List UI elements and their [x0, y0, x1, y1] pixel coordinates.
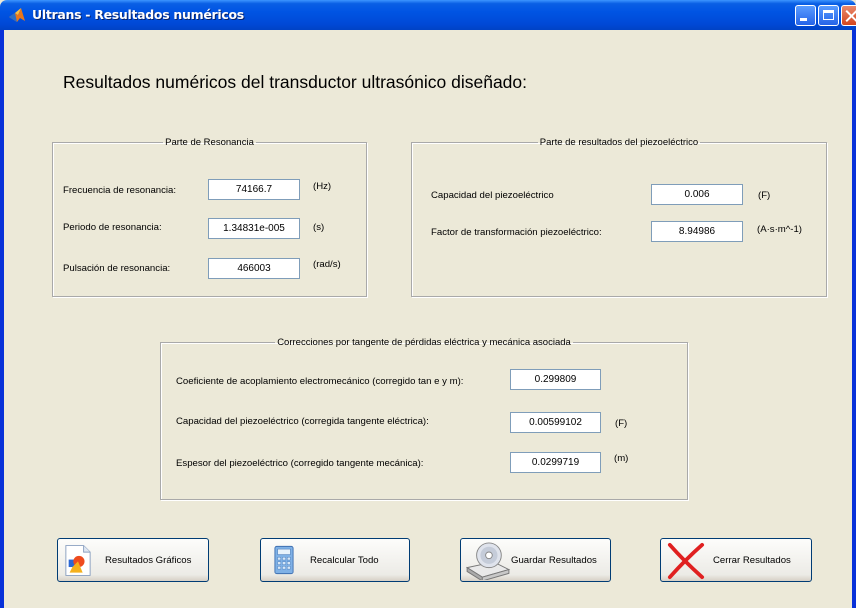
red-x-close-icon [667, 542, 705, 580]
recalculate-all-button[interactable]: Recalcular Todo [260, 538, 410, 582]
maximize-icon [823, 10, 834, 20]
graph-results-button[interactable]: Resultados Gráficos [57, 538, 209, 582]
corrected-thickness-label: Espesor del piezoeléctrico (corregido ta… [176, 458, 424, 469]
piezo-results-panel-title: Parte de resultados del piezoeléctrico [539, 137, 699, 148]
resonance-pulsation-label: Pulsación de resonancia: [63, 263, 171, 274]
save-results-label: Guardar Resultados [511, 555, 597, 566]
corrected-thickness-unit: (m) [614, 453, 629, 464]
corrected-capacity-field[interactable]: 0.00599102 [510, 412, 601, 433]
close-results-button[interactable]: Cerrar Resultados [660, 538, 812, 582]
calculator-icon [274, 545, 294, 575]
resonance-pulsation-unit: (rad/s) [313, 259, 341, 270]
window-border-left [0, 30, 4, 608]
resonance-panel-title: Parte de Resonancia [165, 137, 254, 148]
minimize-icon [800, 18, 807, 21]
title-bar[interactable]: Ultrans - Resultados numéricos [0, 0, 856, 30]
recalculate-all-label: Recalcular Todo [310, 555, 379, 566]
resonance-frequency-unit: (Hz) [313, 181, 332, 192]
matlab-app-icon [9, 8, 25, 22]
window-title: Ultrans - Resultados numéricos [32, 7, 244, 22]
resonance-frequency-field[interactable]: 74166.7 [208, 179, 300, 200]
corrected-thickness-field[interactable]: 0.0299719 [510, 452, 601, 473]
minimize-button[interactable] [795, 5, 816, 26]
piezo-capacity-label: Capacidad del piezoeléctrico [431, 190, 554, 201]
maximize-button[interactable] [818, 5, 839, 26]
corrected-capacity-unit: (F) [615, 418, 628, 429]
piezo-results-panel: Parte de resultados del piezoeléctrico [411, 137, 827, 297]
resonance-period-unit: (s) [313, 222, 325, 233]
close-results-label: Cerrar Resultados [713, 555, 791, 566]
transformation-factor-label: Factor de transformación piezoeléctrico: [431, 227, 602, 238]
resonance-period-label: Periodo de resonancia: [63, 222, 162, 233]
resonance-period-field[interactable]: 1.34831e-005 [208, 218, 300, 239]
resonance-pulsation-field[interactable]: 466003 [208, 258, 300, 279]
transformation-factor-field[interactable]: 8.94986 [651, 221, 743, 242]
corrections-panel-title: Correcciones por tangente de pérdidas el… [277, 337, 571, 348]
graph-results-label: Resultados Gráficos [105, 555, 192, 566]
resonance-frequency-label: Frecuencia de resonancia: [63, 185, 177, 196]
graph-document-icon [65, 545, 91, 576]
transformation-factor-unit: (A·s·m^-1) [757, 224, 802, 235]
coupling-coefficient-field[interactable]: 0.299809 [510, 369, 601, 390]
window-border-right [852, 30, 856, 608]
piezo-capacity-unit: (F) [758, 190, 771, 201]
coupling-coefficient-label: Coeficiente de acoplamiento electromecán… [176, 376, 464, 387]
piezo-capacity-field[interactable]: 0.006 [651, 184, 743, 205]
page-heading: Resultados numéricos del transductor ult… [63, 72, 528, 92]
save-to-disk-icon [465, 542, 511, 580]
corrected-capacity-label: Capacidad del piezoeléctrico (corregida … [176, 416, 429, 427]
close-window-button[interactable] [841, 5, 856, 26]
save-results-button[interactable]: Guardar Resultados [460, 538, 611, 582]
